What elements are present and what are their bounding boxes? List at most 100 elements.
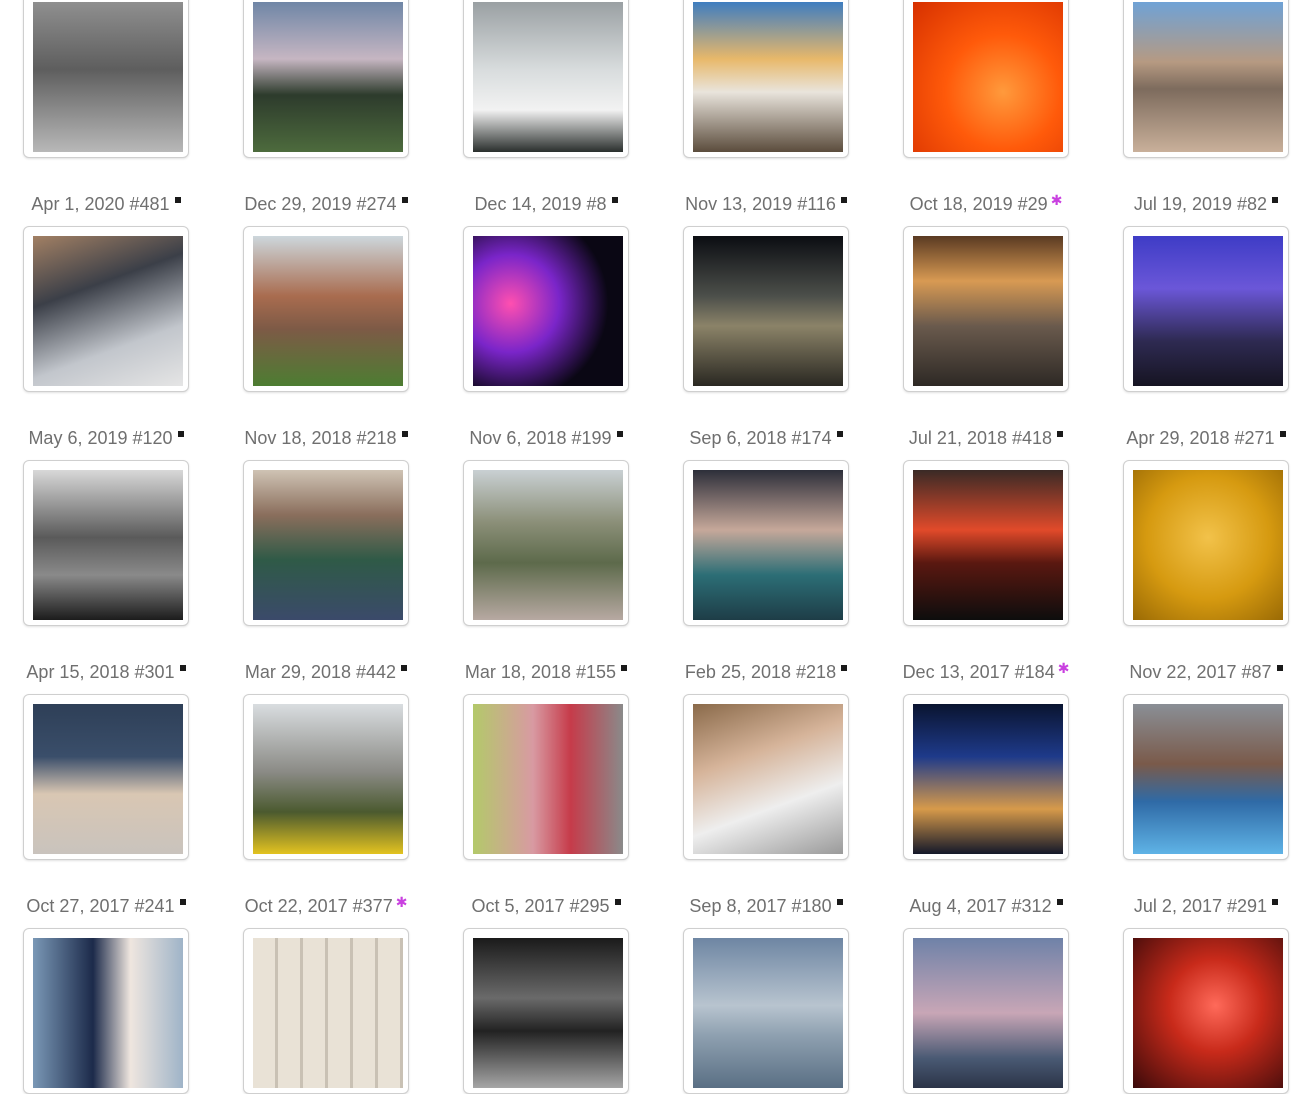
- photo-card[interactable]: [683, 694, 849, 860]
- photo-thumbnail: [1133, 236, 1283, 386]
- photo-caption[interactable]: Oct 18, 2019 #29 ✱: [876, 192, 1096, 216]
- photo-thumbnail: [473, 470, 623, 620]
- square-marker-icon: [1279, 431, 1286, 437]
- photo-card[interactable]: [243, 694, 409, 860]
- photo-caption[interactable]: Mar 18, 2018 #155: [436, 660, 656, 684]
- square-marker-icon: [611, 197, 618, 203]
- photo-card[interactable]: [23, 460, 189, 626]
- photo-card[interactable]: [1123, 226, 1289, 392]
- photo-thumbnail: [253, 470, 403, 620]
- photo-number: #199: [571, 428, 612, 448]
- photo-card[interactable]: [1123, 0, 1289, 158]
- photo-date: Jul 21, 2018: [908, 428, 1007, 448]
- photo-card[interactable]: [1123, 460, 1289, 626]
- photo-date: Nov 18, 2018: [244, 428, 352, 448]
- photo-date: Dec 29, 2019: [244, 194, 352, 214]
- photo-thumbnail: [253, 938, 403, 1088]
- photo-caption[interactable]: Nov 6, 2018 #199: [436, 426, 656, 450]
- photo-card[interactable]: [463, 928, 629, 1094]
- photo-thumbnail: [913, 236, 1063, 386]
- photo-caption[interactable]: Apr 1, 2020 #481: [0, 192, 216, 216]
- photo-number: #271: [1234, 428, 1275, 448]
- photo-card[interactable]: [903, 226, 1069, 392]
- square-marker-icon: [841, 665, 848, 671]
- photo-caption[interactable]: Apr 15, 2018 #301: [0, 660, 216, 684]
- photo-thumbnail: [693, 938, 843, 1088]
- photo-card[interactable]: [903, 928, 1069, 1094]
- photo-card[interactable]: [243, 0, 409, 158]
- photo-caption[interactable]: Aug 4, 2017 #312: [876, 894, 1096, 918]
- photo-grid: Apr 1, 2020 #481 Dec 29, 2019 #274 Dec 14,…: [0, 0, 1300, 1094]
- photo-caption[interactable]: Oct 5, 2017 #295: [436, 894, 656, 918]
- photo-card[interactable]: [683, 0, 849, 158]
- photo-caption[interactable]: Sep 8, 2017 #180: [656, 894, 876, 918]
- photo-number: #418: [1012, 428, 1053, 448]
- photo-caption[interactable]: Oct 27, 2017 #241: [0, 894, 216, 918]
- photo-card[interactable]: [463, 694, 629, 860]
- photo-number: #218: [796, 662, 837, 682]
- photo-card[interactable]: [683, 226, 849, 392]
- square-marker-icon: [1056, 899, 1063, 905]
- photo-card[interactable]: [23, 928, 189, 1094]
- photo-number: #291: [1227, 896, 1268, 916]
- photo-number: #241: [134, 896, 175, 916]
- photo-number: #174: [791, 428, 832, 448]
- photo-thumbnail: [693, 704, 843, 854]
- photo-card[interactable]: [23, 694, 189, 860]
- photo-card[interactable]: [903, 694, 1069, 860]
- photo-card[interactable]: [463, 0, 629, 158]
- square-marker-icon: [401, 665, 408, 671]
- photo-caption[interactable]: Dec 14, 2019 #8: [436, 192, 656, 216]
- photo-caption[interactable]: Nov 18, 2018 #218: [216, 426, 436, 450]
- photo-caption[interactable]: Jul 19, 2019 #82: [1096, 192, 1300, 216]
- photo-card[interactable]: [683, 460, 849, 626]
- photo-date: Apr 29, 2018: [1126, 428, 1230, 448]
- photo-caption[interactable]: Feb 25, 2018 #218: [656, 660, 876, 684]
- square-marker-icon: [401, 197, 408, 203]
- square-marker-icon: [1272, 197, 1279, 203]
- photo-card[interactable]: [1123, 694, 1289, 860]
- photo-card[interactable]: [23, 226, 189, 392]
- photo-card[interactable]: [903, 460, 1069, 626]
- photo-number: #312: [1011, 896, 1052, 916]
- square-marker-icon: [401, 431, 408, 437]
- photo-caption[interactable]: Mar 29, 2018 #442: [216, 660, 436, 684]
- photo-thumbnail: [473, 704, 623, 854]
- photo-caption[interactable]: Nov 22, 2017 #87: [1096, 660, 1300, 684]
- photo-card[interactable]: [243, 460, 409, 626]
- photo-caption[interactable]: Apr 29, 2018 #271: [1096, 426, 1300, 450]
- square-marker-icon: [174, 197, 181, 203]
- photo-date: Apr 15, 2018: [26, 662, 130, 682]
- photo-caption[interactable]: Jul 21, 2018 #418: [876, 426, 1096, 450]
- photo-card[interactable]: [683, 928, 849, 1094]
- photo-thumbnail: [253, 2, 403, 152]
- photo-card[interactable]: [1123, 928, 1289, 1094]
- photo-date: Dec 14, 2019: [474, 194, 582, 214]
- photo-caption[interactable]: Dec 13, 2017 #184 ✱: [876, 660, 1096, 684]
- photo-card[interactable]: [243, 226, 409, 392]
- photo-card[interactable]: [903, 0, 1069, 158]
- photo-number: #184: [1014, 662, 1055, 682]
- photo-caption[interactable]: Dec 29, 2019 #274: [216, 192, 436, 216]
- square-marker-icon: [177, 431, 184, 437]
- photo-thumbnail: [473, 236, 623, 386]
- photo-date: Oct 27, 2017: [26, 896, 130, 916]
- photo-card[interactable]: [463, 460, 629, 626]
- photo-card[interactable]: [23, 0, 189, 158]
- photo-date: Nov 13, 2019: [685, 194, 793, 214]
- photo-caption[interactable]: Sep 6, 2018 #174: [656, 426, 876, 450]
- photo-caption[interactable]: Jul 2, 2017 #291: [1096, 894, 1300, 918]
- photo-thumbnail: [913, 470, 1063, 620]
- photo-card[interactable]: [463, 226, 629, 392]
- photo-date: Mar 29, 2018: [244, 662, 351, 682]
- photo-date: Nov 22, 2017: [1129, 662, 1237, 682]
- photo-caption[interactable]: Nov 13, 2019 #116: [656, 192, 876, 216]
- square-marker-icon: [836, 431, 843, 437]
- photo-date: Aug 4, 2017: [909, 896, 1007, 916]
- photo-number: #29: [1017, 194, 1048, 214]
- square-marker-icon: [836, 899, 843, 905]
- photo-card[interactable]: [243, 928, 409, 1094]
- photo-thumbnail: [913, 2, 1063, 152]
- photo-caption[interactable]: May 6, 2019 #120: [0, 426, 216, 450]
- photo-caption[interactable]: Oct 22, 2017 #377 ✱: [216, 894, 436, 918]
